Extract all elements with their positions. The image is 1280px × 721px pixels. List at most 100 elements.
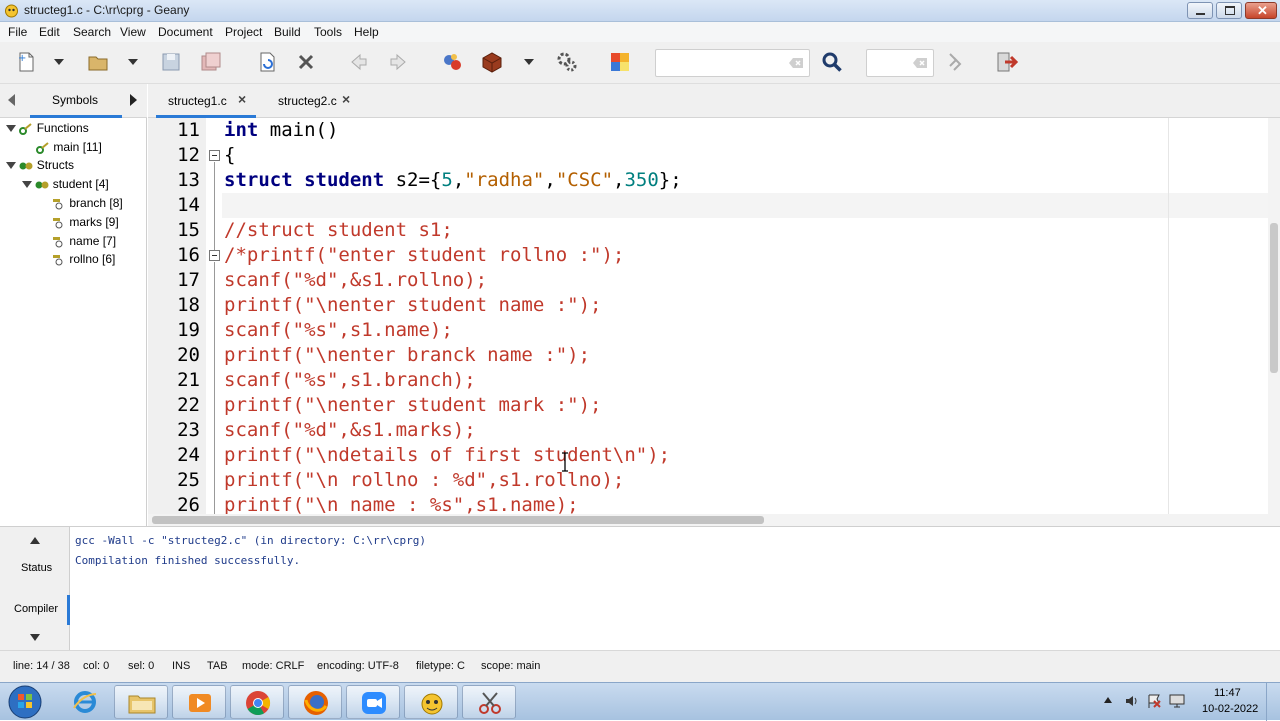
close-file-icon[interactable] — [294, 50, 318, 74]
show-hidden-icons-icon[interactable] — [1104, 697, 1112, 703]
clear-goto-line-icon[interactable] — [912, 57, 928, 69]
tree-item-functions[interactable]: Functions — [6, 121, 89, 139]
code-line-23: scanf("%d",&s1.marks); — [224, 419, 476, 441]
horizontal-scroll-thumb[interactable] — [152, 516, 764, 524]
compile-icon[interactable] — [440, 50, 464, 74]
tree-item-label: marks [9] — [69, 215, 119, 229]
expand-arrow-icon[interactable] — [6, 162, 16, 170]
open-file-icon[interactable] — [86, 50, 110, 74]
code-line-18: printf("\nenter student name :"); — [224, 294, 602, 316]
network-icon[interactable] — [1168, 693, 1186, 709]
taskbar-geany[interactable] — [404, 685, 458, 719]
navigate-forward-icon[interactable] — [387, 50, 411, 74]
open-dropdown-arrow-icon[interactable] — [128, 59, 138, 65]
menu-search[interactable]: Search — [73, 25, 111, 39]
tree-item-label: main [11] — [53, 140, 102, 154]
menu-view[interactable]: View — [120, 25, 146, 39]
code-line-15: //struct student s1; — [224, 219, 453, 241]
compiler-message[interactable]: gcc -Wall -c "structeg2.c" (in directory… — [75, 534, 426, 547]
show-desktop-button[interactable] — [1266, 683, 1280, 721]
build-dropdown-arrow-icon[interactable] — [524, 59, 534, 65]
compiler-message[interactable]: Compilation finished successfully. — [75, 554, 300, 567]
tree-item-marks[interactable]: marks [9] — [52, 215, 119, 233]
clear-search-icon[interactable] — [788, 57, 804, 69]
expand-arrow-icon[interactable] — [22, 181, 32, 189]
code-line-13: struct student s2={5,"radha","CSC",350}; — [224, 168, 682, 193]
vertical-scroll-thumb[interactable] — [1270, 223, 1278, 373]
reload-icon[interactable] — [255, 50, 279, 74]
tab-structeg1[interactable]: structeg1.c × — [156, 84, 256, 118]
code-line-17: scanf("%d",&s1.rollno); — [224, 269, 488, 291]
close-window-button[interactable]: ✕ — [1245, 2, 1277, 19]
code-line-26: printf("\n name : %s",s1.name); — [224, 494, 579, 514]
tree-item-rollno[interactable]: rollno [6] — [52, 252, 115, 270]
clock-time[interactable]: 11:47 — [1214, 687, 1241, 699]
menu-edit[interactable]: Edit — [39, 25, 60, 39]
line-number: 22 — [177, 394, 200, 416]
tabs-down-arrow-icon[interactable] — [30, 634, 40, 641]
taskbar-internet-explorer[interactable] — [58, 685, 112, 719]
maximize-button[interactable] — [1216, 2, 1242, 19]
taskbar-media-player[interactable] — [172, 685, 226, 719]
goto-line-input[interactable] — [866, 49, 934, 77]
tree-item-name[interactable]: name [7] — [52, 234, 116, 252]
horizontal-scrollbar[interactable] — [148, 514, 1280, 526]
taskbar-chrome[interactable] — [230, 685, 284, 719]
fold-marker-icon[interactable] — [209, 150, 220, 161]
close-tab-icon[interactable]: × — [238, 91, 246, 107]
menu-tools[interactable]: Tools — [314, 25, 342, 39]
tree-item-main[interactable]: main [11] — [36, 140, 102, 158]
goto-line-icon[interactable] — [944, 50, 968, 74]
geany-app-icon — [5, 4, 18, 18]
volume-icon[interactable] — [1124, 693, 1140, 709]
sidebar-prev-tab-icon[interactable] — [8, 94, 15, 106]
tree-item-structs[interactable]: Structs — [6, 158, 74, 176]
tabs-up-arrow-icon[interactable] — [30, 537, 40, 544]
action-center-flag-icon[interactable] — [1146, 693, 1162, 709]
line-number: 24 — [177, 444, 200, 466]
line-number: 23 — [177, 419, 200, 441]
taskbar-zoom[interactable] — [346, 685, 400, 719]
save-all-icon[interactable] — [199, 50, 223, 74]
new-file-icon[interactable]: + — [14, 50, 38, 74]
start-button-icon[interactable] — [6, 684, 44, 720]
taskbar-file-explorer[interactable] — [114, 685, 168, 719]
member-icon — [53, 198, 63, 210]
line-number: 13 — [177, 169, 200, 191]
color-chooser-icon[interactable] — [608, 50, 632, 74]
tab-compiler[interactable]: Compiler — [0, 595, 70, 625]
member-icon — [53, 236, 63, 248]
expand-arrow-icon[interactable] — [6, 125, 16, 133]
navigate-back-icon[interactable] — [346, 50, 370, 74]
taskbar-firefox[interactable] — [288, 685, 342, 719]
window-title: structeg1.c - C:\rr\cprg - Geany — [24, 3, 190, 17]
menu-project[interactable]: Project — [225, 25, 262, 39]
clock-date[interactable]: 10-02-2022 — [1202, 703, 1258, 715]
minimize-button[interactable] — [1187, 2, 1213, 19]
close-tab-icon[interactable]: × — [342, 91, 350, 107]
vertical-scrollbar[interactable] — [1268, 118, 1280, 514]
taskbar-snipping-tool[interactable] — [462, 685, 516, 719]
menu-file[interactable]: File — [8, 25, 27, 39]
search-icon[interactable] — [820, 50, 844, 74]
media-player-icon — [189, 694, 211, 712]
search-input[interactable] — [655, 49, 810, 77]
menu-help[interactable]: Help — [354, 25, 379, 39]
tab-structeg2[interactable]: structeg2.c × — [266, 84, 366, 118]
fold-marker-icon[interactable] — [209, 250, 220, 261]
tab-symbols[interactable]: Symbols — [30, 84, 122, 118]
run-gears-icon[interactable] — [555, 50, 579, 74]
new-dropdown-arrow-icon[interactable] — [54, 59, 64, 65]
code-editor[interactable]: 11 12 13 14 15 16 17 18 19 20 21 22 23 2… — [148, 118, 1268, 514]
tree-item-student[interactable]: student [4] — [22, 177, 109, 195]
tree-item-branch[interactable]: branch [8] — [52, 196, 123, 214]
message-tabs: Status Compiler — [0, 527, 70, 651]
tab-status[interactable]: Status — [21, 562, 52, 574]
menu-build[interactable]: Build — [274, 25, 301, 39]
quit-icon[interactable] — [995, 50, 1019, 74]
tab-symbols-label: Symbols — [52, 93, 99, 107]
sidebar-next-tab-icon[interactable] — [130, 94, 137, 106]
menu-document[interactable]: Document — [158, 25, 213, 39]
save-icon[interactable] — [159, 50, 183, 74]
build-icon[interactable] — [480, 50, 504, 74]
